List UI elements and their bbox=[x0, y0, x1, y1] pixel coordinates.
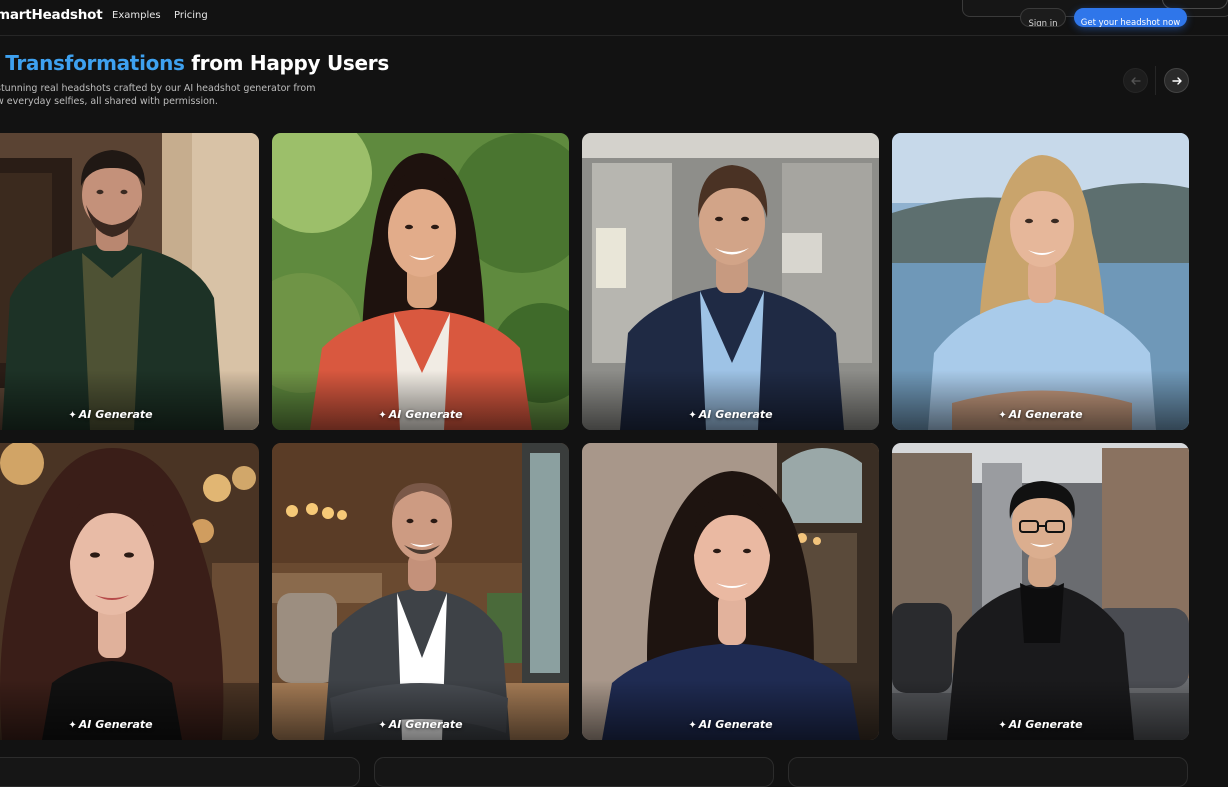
sign-in-button[interactable]: Sign in bbox=[1020, 8, 1066, 27]
sparkle-icon: ✦ bbox=[378, 720, 387, 731]
section-title-rest: from Happy Users bbox=[184, 51, 389, 75]
feature-panel-3 bbox=[788, 757, 1188, 787]
ai-generate-badge: ✦ AI Generate bbox=[998, 718, 1083, 731]
sparkle-icon: ✦ bbox=[998, 720, 1007, 731]
section-title: l Transformations from Happy Users bbox=[0, 51, 389, 75]
sparkle-icon: ✦ bbox=[998, 410, 1007, 421]
ai-generate-badge: ✦ AI Generate bbox=[688, 408, 773, 421]
badge-gradient bbox=[272, 370, 569, 430]
feature-panel-1 bbox=[0, 757, 360, 787]
ai-generate-badge: ✦ AI Generate bbox=[688, 718, 773, 731]
carousel-next-button[interactable] bbox=[1164, 68, 1189, 93]
ai-generate-badge: ✦ AI Generate bbox=[378, 718, 463, 731]
headshot-card-5[interactable]: ✦ AI Generate bbox=[0, 443, 259, 740]
badge-gradient bbox=[892, 370, 1189, 430]
ai-generate-badge: ✦ AI Generate bbox=[68, 718, 153, 731]
badge-gradient bbox=[272, 680, 569, 740]
sparkle-icon: ✦ bbox=[688, 720, 697, 731]
headshot-card-4[interactable]: ✦ AI Generate bbox=[892, 133, 1189, 430]
headshot-card-8[interactable]: ✦ AI Generate bbox=[892, 443, 1189, 740]
badge-gradient bbox=[582, 680, 879, 740]
get-headshot-button[interactable]: Get your headshot now bbox=[1074, 8, 1187, 27]
badge-gradient bbox=[0, 370, 259, 430]
arrow-left-icon bbox=[1130, 76, 1141, 85]
headshot-card-7[interactable]: ✦ AI Generate bbox=[582, 443, 879, 740]
ai-generate-badge: ✦ AI Generate bbox=[68, 408, 153, 421]
headshot-card-1[interactable]: ✦ AI Generate bbox=[0, 133, 259, 430]
headshot-card-3[interactable]: ✦ AI Generate bbox=[582, 133, 879, 430]
sparkle-icon: ✦ bbox=[68, 720, 77, 731]
nav-link-examples[interactable]: Examples bbox=[112, 10, 161, 21]
sparkle-icon: ✦ bbox=[378, 410, 387, 421]
feature-panel-2 bbox=[374, 757, 774, 787]
headshot-card-2[interactable]: ✦ AI Generate bbox=[272, 133, 569, 430]
brand-logo[interactable]: martHeadshot bbox=[0, 7, 103, 23]
nav-link-pricing[interactable]: Pricing bbox=[174, 10, 208, 21]
carousel-divider bbox=[1155, 66, 1156, 95]
ai-generate-badge: ✦ AI Generate bbox=[378, 408, 463, 421]
arrow-right-icon bbox=[1171, 76, 1182, 85]
badge-gradient bbox=[0, 680, 259, 740]
badge-gradient bbox=[892, 680, 1189, 740]
section-title-highlight: l Transformations bbox=[0, 51, 185, 75]
section-subtitle-line-2: w everyday selfies, all shared with perm… bbox=[0, 96, 218, 107]
headshot-card-6[interactable]: ✦ AI Generate bbox=[272, 443, 569, 740]
badge-gradient bbox=[582, 370, 879, 430]
ai-generate-badge: ✦ AI Generate bbox=[998, 408, 1083, 421]
carousel-prev-button[interactable] bbox=[1123, 68, 1148, 93]
section-subtitle-line-1: stunning real headshots crafted by our A… bbox=[0, 83, 316, 94]
sparkle-icon: ✦ bbox=[688, 410, 697, 421]
sparkle-icon: ✦ bbox=[68, 410, 77, 421]
